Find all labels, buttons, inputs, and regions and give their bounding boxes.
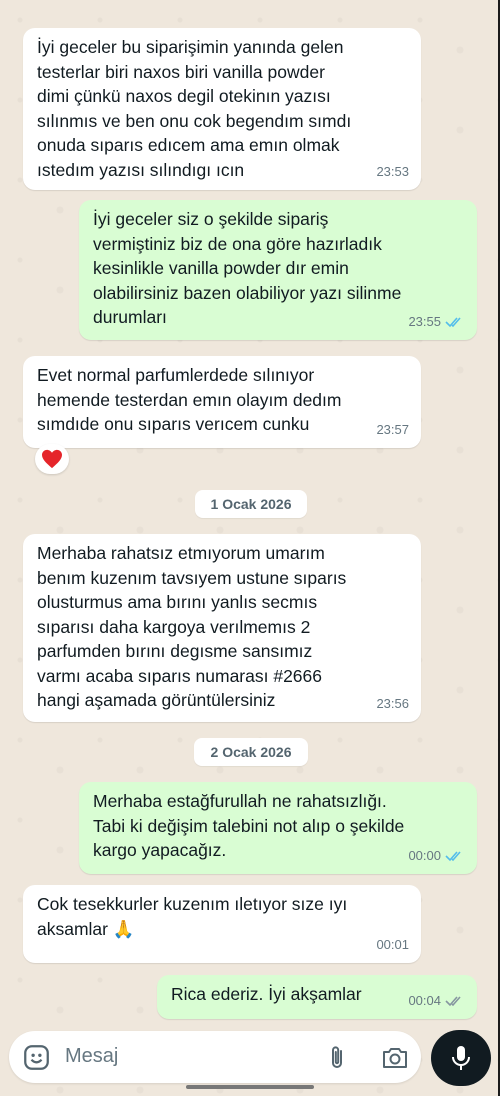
message-time: 23:53	[376, 163, 409, 179]
message-time: 00:00	[408, 847, 441, 863]
message-bubble[interactable]: Merhaba rahatsız etmıyorum umarım benım …	[23, 534, 421, 722]
message-time: 23:55	[408, 313, 441, 329]
emoji-icon[interactable]	[23, 1044, 50, 1071]
message-input[interactable]: Mesaj	[65, 1045, 118, 1068]
heart-emoji-icon	[42, 449, 62, 469]
mic-icon	[452, 1046, 470, 1070]
message-composer[interactable]: Mesaj	[9, 1031, 421, 1083]
message-time: 23:56	[376, 695, 409, 711]
message-time: 23:57	[376, 421, 409, 437]
mic-button[interactable]	[431, 1030, 491, 1086]
message-bubble[interactable]: Merhaba estağfurullah ne rahatsızlığı. T…	[79, 782, 477, 874]
message-text: Cok tesekkurler kuzenım ıletıyor sıze ıy…	[37, 894, 348, 939]
message-bubble[interactable]: İyi geceler siz o şekilde sipariş vermiş…	[79, 200, 477, 340]
message-text: İyi geceler bu siparişimin yanında gelen…	[37, 37, 352, 180]
message-time: 00:01	[376, 936, 409, 952]
double-check-icon	[445, 317, 461, 327]
date-separator: 2 Ocak 2026	[194, 738, 308, 766]
message-bubble[interactable]: Evet normal parfumlerdede sılınıyor heme…	[23, 356, 421, 448]
message-bubble[interactable]: İyi geceler bu siparişimin yanında gelen…	[23, 28, 421, 190]
home-indicator	[186, 1085, 314, 1089]
camera-icon[interactable]	[381, 1045, 409, 1071]
attach-icon[interactable]	[325, 1044, 349, 1072]
message-text: Merhaba rahatsız etmıyorum umarım benım …	[37, 543, 347, 710]
message-bubble[interactable]: Cok tesekkurler kuzenım ıletıyor sıze ıy…	[23, 885, 421, 963]
message-bubble[interactable]: Rica ederiz. İyi akşamlar 00:04	[157, 975, 477, 1019]
chat-area[interactable]: İyi geceler bu siparişimin yanında gelen…	[0, 0, 500, 1030]
double-check-icon	[445, 996, 461, 1006]
message-text: Evet normal parfumlerdede sılınıyor heme…	[37, 365, 342, 434]
message-time: 00:04	[408, 992, 441, 1008]
date-separator: 1 Ocak 2026	[195, 490, 307, 518]
reaction-badge[interactable]	[35, 444, 69, 474]
double-check-icon	[445, 851, 461, 861]
